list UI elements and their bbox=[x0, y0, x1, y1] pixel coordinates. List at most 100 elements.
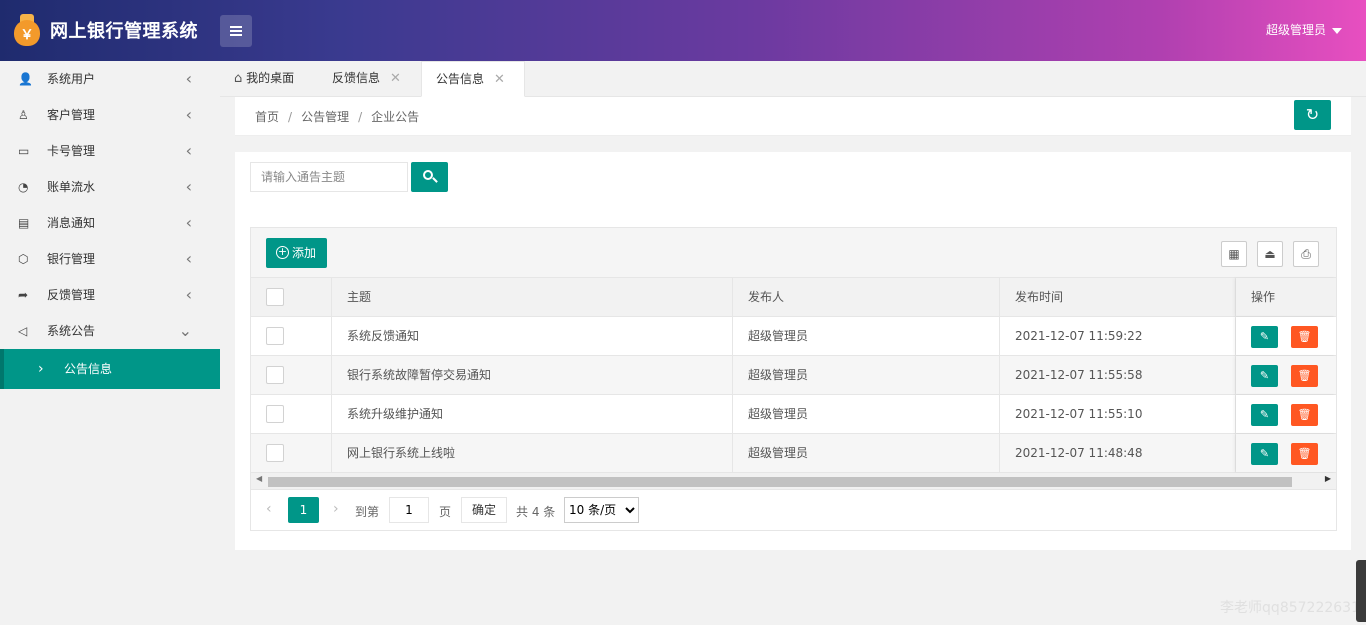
user-name: 超级管理员 bbox=[1265, 23, 1326, 37]
sidebar-item-4[interactable]: ▤ 消息通知 ‹ bbox=[0, 205, 220, 241]
goto-confirm-button[interactable]: 确定 bbox=[461, 497, 507, 523]
chevron-left-icon: ‹ bbox=[185, 69, 192, 88]
column-header-publisher[interactable]: 发布人 bbox=[733, 278, 1000, 316]
caret-down-icon bbox=[1332, 27, 1342, 34]
page-unit-label: 页 bbox=[439, 505, 452, 519]
close-icon[interactable]: ✕ bbox=[390, 71, 401, 86]
trash-icon: 🗑 bbox=[1297, 330, 1312, 343]
sidebar-subitem-announcement-info[interactable]: › 公告信息 bbox=[0, 349, 220, 389]
menu-toggle-button[interactable] bbox=[220, 15, 252, 47]
scroll-left-icon[interactable]: ◀ bbox=[256, 474, 262, 483]
table-row[interactable]: 系统反馈通知 超级管理员 2021-12-07 11:59:22 ✎ 🗑 bbox=[251, 317, 1336, 356]
page-current[interactable]: 1 bbox=[288, 497, 319, 523]
add-button[interactable]: + 添加 bbox=[266, 238, 327, 268]
print-button[interactable]: ⎙ bbox=[1293, 241, 1319, 267]
sidebar-item-1[interactable]: ♙ 客户管理 ‹ bbox=[0, 97, 220, 133]
app-title: 网上银行管理系统 bbox=[50, 21, 198, 42]
column-header-time[interactable]: 发布时间 bbox=[1000, 278, 1236, 316]
row-checkbox[interactable] bbox=[266, 366, 284, 384]
edit-button[interactable]: ✎ bbox=[1251, 404, 1278, 426]
table-toolbar: + 添加 ▦ ⏏ ⎙ bbox=[251, 228, 1336, 278]
row-checkbox[interactable] bbox=[266, 405, 284, 423]
sidebar-item-6[interactable]: ➦ 反馈管理 ‹ bbox=[0, 277, 220, 313]
chart-icon: ◔ bbox=[18, 180, 29, 194]
table-row[interactable]: 银行系统故障暂停交易通知 超级管理员 2021-12-07 11:55:58 ✎ 🗑 bbox=[251, 356, 1336, 395]
pencil-icon: ✎ bbox=[1259, 369, 1270, 382]
close-icon[interactable]: ✕ bbox=[494, 72, 505, 87]
pencil-icon: ✎ bbox=[1259, 330, 1270, 343]
tab-feedback-info[interactable]: 反馈信息 ✕ bbox=[332, 61, 401, 97]
row-check-cell bbox=[251, 434, 332, 472]
user-icon: 👤 bbox=[18, 72, 33, 86]
plus-circle-icon: + bbox=[276, 245, 289, 259]
side-widget[interactable] bbox=[1356, 560, 1366, 622]
export-button[interactable]: ⏏ bbox=[1257, 241, 1283, 267]
cell-publisher: 超级管理员 bbox=[733, 317, 1000, 355]
edit-button[interactable]: ✎ bbox=[1251, 326, 1278, 348]
sidebar-item-7[interactable]: ◁ 系统公告 ⌄ bbox=[0, 313, 220, 349]
horizontal-scrollbar[interactable]: ◀ ▶ bbox=[251, 473, 1336, 490]
tab-my-desktop[interactable]: ⌂ 我的桌面 bbox=[234, 61, 294, 97]
sidebar-item-label: 消息通知 bbox=[47, 216, 96, 230]
delete-button[interactable]: 🗑 bbox=[1291, 365, 1318, 387]
row-check-cell bbox=[251, 356, 332, 394]
delete-button[interactable]: 🗑 bbox=[1291, 443, 1318, 465]
sidebar-item-2[interactable]: ▭ 卡号管理 ‹ bbox=[0, 133, 220, 169]
sidebar-item-label: 客户管理 bbox=[47, 108, 96, 122]
breadcrumb: 首页 / 公告管理 / 企业公告 bbox=[255, 110, 420, 124]
row-check-cell bbox=[251, 317, 332, 355]
sidebar-item-label: 账单流水 bbox=[47, 180, 96, 194]
chevron-left-icon: ‹ bbox=[185, 213, 192, 232]
pencil-icon: ✎ bbox=[1259, 447, 1270, 460]
row-checkbox[interactable] bbox=[266, 327, 284, 345]
top-header: ￥ 网上银行管理系统 超级管理员 bbox=[0, 0, 1366, 61]
edit-button[interactable]: ✎ bbox=[1251, 443, 1278, 465]
user-menu[interactable]: 超级管理员 bbox=[1266, 21, 1342, 38]
refresh-button[interactable]: ↻ bbox=[1294, 100, 1331, 130]
pagination: ‹ 1 › 到第 页 确定 共 4 条 10 条/页 bbox=[251, 490, 1336, 530]
goto-page-input[interactable] bbox=[389, 497, 429, 523]
scrollbar-thumb[interactable] bbox=[268, 477, 1292, 487]
share-icon: ➦ bbox=[18, 288, 29, 302]
columns-filter-button[interactable]: ▦ bbox=[1221, 241, 1247, 267]
sidebar-item-label: 卡号管理 bbox=[47, 144, 96, 158]
breadcrumb-section[interactable]: 公告管理 bbox=[301, 110, 349, 124]
delete-button[interactable]: 🗑 bbox=[1291, 326, 1318, 348]
sidebar-item-5[interactable]: ⬡ 银行管理 ‹ bbox=[0, 241, 220, 277]
cell-title: 银行系统故障暂停交易通知 bbox=[332, 356, 733, 394]
sidebar-item-0[interactable]: 👤 系统用户 ‹ bbox=[0, 61, 220, 97]
page-size-select[interactable]: 10 条/页 bbox=[564, 497, 639, 523]
edit-button[interactable]: ✎ bbox=[1251, 365, 1278, 387]
prev-page-icon[interactable]: ‹ bbox=[266, 501, 272, 517]
breadcrumb-home[interactable]: 首页 bbox=[255, 110, 279, 124]
select-all-checkbox[interactable] bbox=[266, 288, 284, 306]
search-input[interactable] bbox=[250, 162, 408, 192]
cell-title: 系统升级维护通知 bbox=[332, 395, 733, 433]
cell-time: 2021-12-07 11:59:22 bbox=[1000, 317, 1236, 355]
chevron-left-icon: ‹ bbox=[185, 249, 192, 268]
chevron-left-icon: ‹ bbox=[185, 285, 192, 304]
column-header-title[interactable]: 主题 bbox=[332, 278, 733, 316]
search-button[interactable] bbox=[411, 162, 448, 192]
trash-icon: 🗑 bbox=[1297, 408, 1312, 421]
sidebar-item-3[interactable]: ◔ 账单流水 ‹ bbox=[0, 169, 220, 205]
main-panel: + 添加 ▦ ⏏ ⎙ 主题 发布人 发布时间 操作 系统反馈通知超级管理员202… bbox=[235, 152, 1351, 550]
watermark-text: 李老师qq857222631 bbox=[1220, 600, 1360, 616]
pencil-icon: ✎ bbox=[1259, 408, 1270, 421]
cell-actions: ✎ 🗑 bbox=[1236, 434, 1336, 472]
table-row[interactable]: 系统升级维护通知 超级管理员 2021-12-07 11:55:10 ✎ 🗑 bbox=[251, 395, 1336, 434]
cell-actions: ✎ 🗑 bbox=[1236, 317, 1336, 355]
cell-time: 2021-12-07 11:55:58 bbox=[1000, 356, 1236, 394]
scroll-right-icon[interactable]: ▶ bbox=[1325, 474, 1331, 483]
tab-announcement-info[interactable]: 公告信息 ✕ bbox=[421, 61, 525, 97]
tab-label: 公告信息 bbox=[436, 72, 485, 86]
table-row[interactable]: 网上银行系统上线啦 超级管理员 2021-12-07 11:48:48 ✎ 🗑 bbox=[251, 434, 1336, 473]
next-page-icon[interactable]: › bbox=[333, 501, 339, 517]
chevron-down-icon: ⌄ bbox=[178, 321, 192, 340]
cell-title: 系统反馈通知 bbox=[332, 317, 733, 355]
tab-bar: ⌂ 我的桌面 反馈信息 ✕ 公告信息 ✕ bbox=[220, 61, 1366, 97]
delete-button[interactable]: 🗑 bbox=[1291, 404, 1318, 426]
row-checkbox[interactable] bbox=[266, 444, 284, 462]
data-table: + 添加 ▦ ⏏ ⎙ 主题 发布人 发布时间 操作 系统反馈通知 超级管理员 202… bbox=[250, 227, 1337, 531]
total-count: 共 4 条 bbox=[516, 505, 556, 519]
